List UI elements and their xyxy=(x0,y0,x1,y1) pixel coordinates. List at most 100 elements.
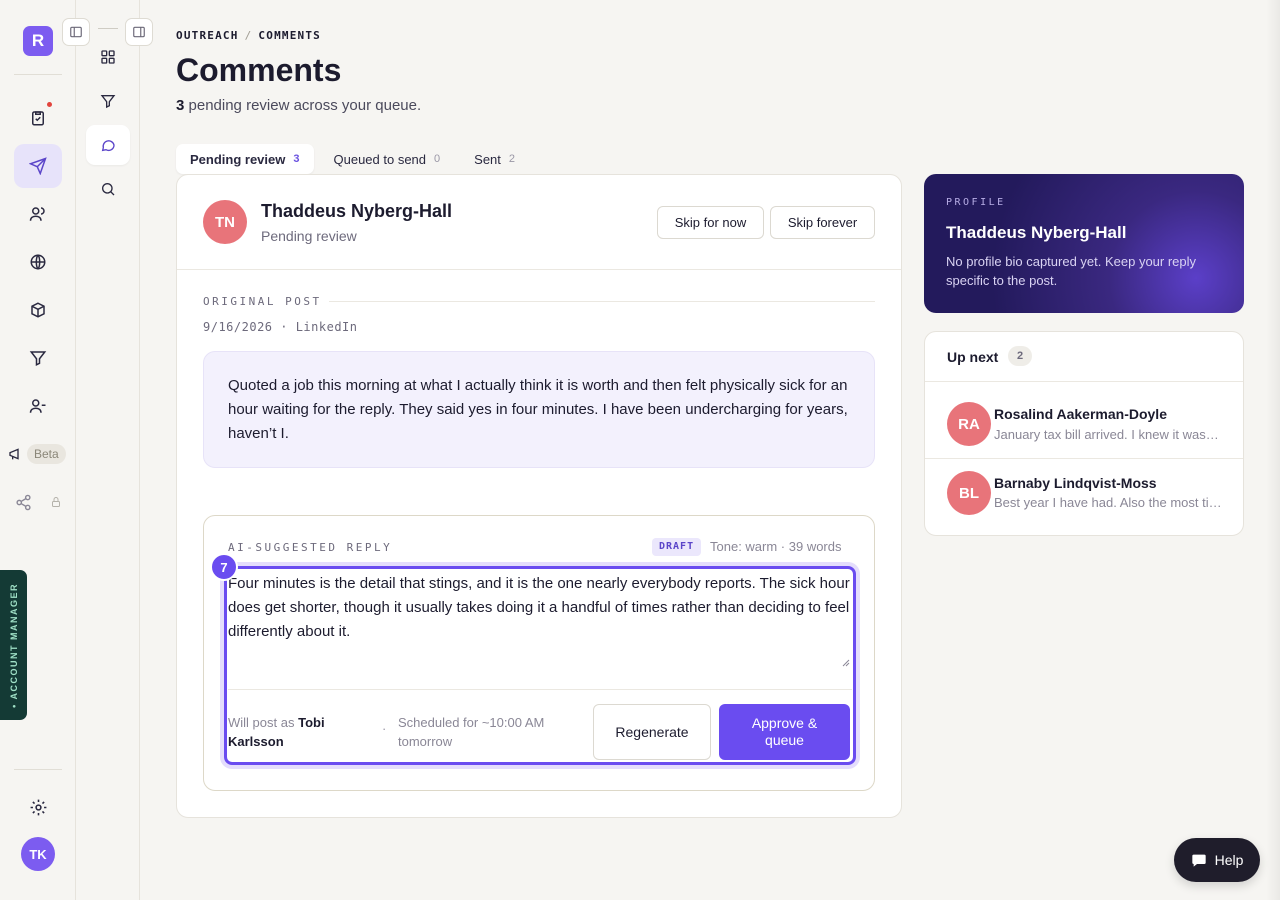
skip-for-now-button[interactable]: Skip for now xyxy=(657,206,764,239)
breadcrumb-current: COMMENTS xyxy=(258,29,322,42)
breadcrumb-separator: / xyxy=(244,29,253,42)
help-label: Help xyxy=(1214,852,1244,868)
queue-avatar: RA xyxy=(947,402,991,446)
step-badge: 7 xyxy=(210,553,238,581)
queue-name: Rosalind Aakerman-Doyle xyxy=(994,406,1167,422)
reply-textarea[interactable]: Four minutes is the detail that stings, … xyxy=(228,572,852,670)
subtitle-text: pending review across your queue. xyxy=(188,97,422,114)
up-next-title: Up next xyxy=(947,349,999,365)
regenerate-button[interactable]: Regenerate xyxy=(593,704,711,760)
user-avatar[interactable]: TK xyxy=(21,837,55,871)
queue-name: Barnaby Lindqvist-Moss xyxy=(994,475,1157,491)
chat-bubble-icon xyxy=(1191,854,1206,867)
skip-forever-button[interactable]: Skip forever xyxy=(770,206,875,239)
approve-queue-button[interactable]: Approve & queue xyxy=(719,704,850,760)
queue-snippet: Best year I have had. Also the most tire… xyxy=(994,495,1222,510)
rail-divider xyxy=(14,769,62,770)
status-tabs: Pending review 3 Queued to send 0 Sent 2 xyxy=(176,144,529,174)
page-subtitle: 3 pending review across your queue. xyxy=(176,97,421,114)
settings-nav[interactable] xyxy=(14,785,62,829)
filters-nav[interactable] xyxy=(14,336,62,380)
review-status: Pending review xyxy=(261,228,357,244)
team-nav[interactable] xyxy=(14,384,62,428)
search-icon xyxy=(102,183,115,196)
integrations-nav[interactable] xyxy=(4,480,42,524)
filter-icon xyxy=(29,351,47,366)
comments-subnav[interactable] xyxy=(86,125,130,165)
up-next-panel: Up next 2 RA Rosalind Aakerman-Doyle Jan… xyxy=(924,331,1244,536)
original-post-label: ORIGINAL POST xyxy=(203,295,322,308)
locked-feature xyxy=(44,480,68,524)
share-icon xyxy=(15,494,31,510)
collapse-primary-button[interactable] xyxy=(62,18,90,46)
tab-queued-to-send[interactable]: Queued to send 0 xyxy=(320,144,455,174)
reply-divider xyxy=(228,689,852,690)
search-subnav[interactable] xyxy=(86,169,130,209)
post-as-prefix: Will post as xyxy=(228,715,295,730)
suggested-reply-panel: AI-SUGGESTED REPLY DRAFT Tone: warm · 39… xyxy=(203,515,875,791)
packages-nav[interactable] xyxy=(14,288,62,332)
comment-icon xyxy=(101,140,115,152)
breadcrumb: OUTREACH / COMMENTS xyxy=(176,29,321,42)
resize-handle-icon[interactable] xyxy=(842,659,850,667)
rail-divider xyxy=(14,74,62,75)
breadcrumb-parent[interactable]: OUTREACH xyxy=(176,29,239,42)
workspace-logo[interactable]: R xyxy=(23,26,53,56)
team-icon xyxy=(29,399,46,413)
sidebar-left-icon xyxy=(70,26,82,38)
comment-review-card: TN Thaddeus Nyberg-Hall Pending review S… xyxy=(176,174,902,818)
page-title: Comments xyxy=(176,52,342,88)
web-nav[interactable] xyxy=(14,240,62,284)
queue-avatar: BL xyxy=(947,471,991,515)
clipboard-check-icon xyxy=(32,111,44,126)
card-header: TN Thaddeus Nyberg-Hall Pending review S… xyxy=(177,175,901,270)
globe-icon xyxy=(30,254,46,270)
filter-subnav[interactable] xyxy=(86,81,130,121)
collapse-secondary-button[interactable] xyxy=(125,18,153,46)
up-next-count: 2 xyxy=(1008,346,1032,366)
tasks-nav[interactable] xyxy=(14,96,62,140)
beta-badge: Beta xyxy=(27,444,66,464)
gear-icon xyxy=(30,799,46,815)
tab-count: 0 xyxy=(434,153,441,165)
meta-separator: · xyxy=(382,721,387,736)
megaphone-icon xyxy=(9,448,19,460)
section-divider xyxy=(329,301,875,302)
tab-label: Queued to send xyxy=(333,151,427,167)
schedule-info: Scheduled for ~10:00 AM tomorrow xyxy=(398,715,545,749)
post-meta: 9/16/2026 · LinkedIn xyxy=(203,320,358,334)
notification-dot xyxy=(47,102,52,107)
tab-count: 2 xyxy=(508,153,516,165)
queue-item[interactable]: RA Rosalind Aakerman-Doyle January tax b… xyxy=(925,382,1243,458)
post-as-info: Will post as Tobi Karlsson xyxy=(228,713,378,751)
lock-icon xyxy=(52,497,60,507)
account-manager-tab[interactable]: • ACCOUNT MANAGER xyxy=(0,570,27,720)
pending-count: 3 xyxy=(176,97,185,114)
profile-label: PROFILE xyxy=(946,197,1006,208)
tab-label: Pending review xyxy=(190,151,286,167)
overview-subnav[interactable] xyxy=(86,37,130,77)
suggested-reply-label: AI-SUGGESTED REPLY xyxy=(228,541,393,554)
subrail-divider xyxy=(98,28,118,29)
grid-icon xyxy=(101,50,115,64)
author-name: Thaddeus Nyberg-Hall xyxy=(261,201,453,221)
tone-info: Tone: warm · 39 words xyxy=(710,539,842,554)
tab-sent[interactable]: Sent 2 xyxy=(460,144,529,174)
profile-card: PROFILE Thaddeus Nyberg-Hall No profile … xyxy=(924,174,1244,313)
author-avatar: TN xyxy=(203,200,247,244)
users-icon xyxy=(29,207,45,221)
queue-item[interactable]: BL Barnaby Lindqvist-Moss Best year I ha… xyxy=(925,459,1243,535)
sidebar-right-icon xyxy=(133,26,145,38)
people-nav[interactable] xyxy=(14,192,62,236)
send-icon xyxy=(29,157,47,175)
tab-label: Sent xyxy=(474,151,501,167)
tab-pending-review[interactable]: Pending review 3 xyxy=(176,144,314,174)
original-post-text: Quoted a job this morning at what I actu… xyxy=(203,351,875,468)
account-manager-label: • ACCOUNT MANAGER xyxy=(8,582,19,708)
outreach-nav[interactable] xyxy=(14,144,62,188)
filter-icon xyxy=(100,95,116,109)
box-icon xyxy=(31,302,45,318)
campaigns-nav[interactable] xyxy=(4,432,28,476)
profile-bio: No profile bio captured yet. Keep your r… xyxy=(946,254,1197,288)
help-button[interactable]: Help xyxy=(1174,838,1260,882)
